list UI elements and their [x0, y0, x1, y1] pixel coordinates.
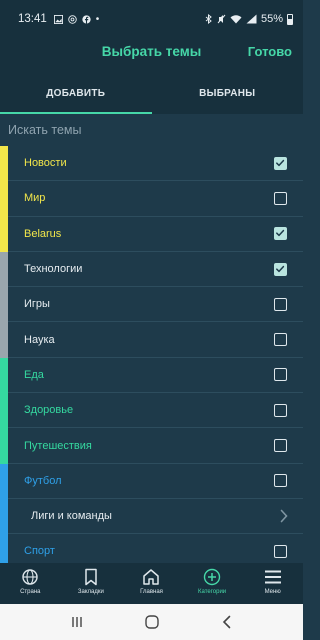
category-color-stripe: [0, 357, 8, 394]
topic-label: Лиги и команды: [31, 510, 112, 523]
category-color-stripe: [0, 322, 8, 358]
topic-label: Здоровье: [24, 404, 74, 417]
topic-row[interactable]: Путешествия: [0, 428, 303, 464]
topic-label: Мир: [24, 192, 46, 205]
status-time: 13:41: [18, 13, 47, 25]
back-icon[interactable]: [221, 615, 233, 629]
nav-label: Главная: [140, 589, 163, 595]
topic-checkbox[interactable]: [274, 403, 287, 417]
nav-label: Меню: [264, 589, 281, 595]
search-input[interactable]: [8, 123, 288, 137]
nav-country[interactable]: Страна: [0, 563, 61, 604]
topic-checkbox[interactable]: [274, 439, 287, 453]
leagues-and-teams-row[interactable]: Лиги и команды: [0, 498, 303, 535]
bluetooth-icon: [205, 14, 212, 24]
topic-row[interactable]: Технологии: [0, 251, 303, 288]
category-color-stripe: [0, 287, 8, 323]
category-color-stripe: [0, 146, 8, 182]
dot-icon: •: [95, 13, 100, 25]
signal-icon: [246, 14, 257, 24]
check-icon: [276, 265, 285, 272]
home-icon: [143, 569, 160, 585]
topic-row[interactable]: Спорт: [0, 534, 303, 563]
tab-selected[interactable]: ВЫБРАНЫ: [152, 78, 304, 114]
category-color-stripe: [0, 251, 8, 288]
topic-row[interactable]: Футбол: [0, 463, 303, 499]
topic-row[interactable]: Здоровье: [0, 393, 303, 429]
topic-checkbox[interactable]: [274, 297, 287, 311]
topic-label: Наука: [24, 333, 55, 346]
nav-label: Категории: [198, 589, 227, 595]
topic-checkbox[interactable]: [274, 191, 287, 205]
topic-row[interactable]: Belarus: [0, 216, 303, 252]
topic-label: Новости: [24, 157, 67, 170]
at-sign-icon: [68, 14, 77, 24]
topic-label: Технологии: [24, 263, 83, 276]
tab-add[interactable]: ДОБАВИТЬ: [0, 78, 152, 114]
bottom-nav: Страна Закладки Главная Категории Меню: [0, 563, 303, 604]
category-color-stripe: [0, 181, 8, 217]
topic-label: Еда: [24, 368, 44, 381]
status-bar: 13:41 • 55%: [0, 0, 303, 38]
topic-label: Belarus: [24, 227, 62, 240]
nav-menu[interactable]: Меню: [242, 563, 303, 604]
topic-checkbox[interactable]: [274, 368, 287, 382]
category-color-stripe: [0, 498, 8, 535]
topic-checkbox[interactable]: [274, 333, 287, 347]
done-button[interactable]: Готово: [248, 44, 292, 59]
topic-row[interactable]: Наука: [0, 322, 303, 358]
topic-label: Спорт: [24, 545, 55, 558]
facebook-icon: [82, 14, 91, 24]
nav-categories[interactable]: Категории: [182, 563, 243, 604]
topic-checkbox[interactable]: [274, 544, 287, 558]
topic-checkbox[interactable]: [274, 474, 287, 488]
menu-icon: [264, 570, 281, 584]
battery-percent: 55%: [260, 13, 283, 25]
recent-apps-icon[interactable]: [70, 615, 84, 629]
bookmark-icon: [85, 568, 97, 586]
topic-list: Новости Мир Belarus Технологии Игры Наук…: [0, 146, 303, 563]
topic-checkbox[interactable]: [274, 227, 287, 241]
check-icon: [276, 230, 285, 237]
topic-label: Игры: [24, 298, 50, 311]
nav-home[interactable]: Главная: [121, 563, 182, 604]
image-icon: [53, 14, 63, 24]
check-icon: [276, 159, 285, 166]
topic-row[interactable]: Игры: [0, 287, 303, 323]
mute-icon: [217, 14, 226, 24]
topic-label: Футбол: [24, 474, 62, 487]
nav-label: Страна: [20, 589, 41, 595]
category-color-stripe: [0, 216, 8, 252]
tab-bar: ДОБАВИТЬ ВЫБРАНЫ: [0, 78, 303, 114]
category-color-stripe: [0, 534, 8, 563]
topic-row[interactable]: Новости: [0, 146, 303, 182]
nav-bookmarks[interactable]: Закладки: [61, 563, 122, 604]
search-bar: [0, 114, 303, 146]
home-button-icon[interactable]: [144, 614, 160, 630]
chevron-right-icon: [280, 509, 288, 523]
category-color-stripe: [0, 463, 8, 499]
system-nav-bar: [0, 604, 303, 640]
plus-circle-icon: [203, 568, 221, 586]
battery-icon: [287, 13, 293, 25]
topic-checkbox[interactable]: [274, 262, 287, 276]
globe-icon: [22, 569, 38, 585]
topic-row[interactable]: Мир: [0, 181, 303, 217]
topic-label: Путешествия: [24, 439, 92, 452]
topic-row[interactable]: Еда: [0, 357, 303, 394]
nav-label: Закладки: [77, 589, 104, 595]
category-color-stripe: [0, 428, 8, 464]
topic-checkbox[interactable]: [274, 156, 287, 170]
wifi-icon: [230, 15, 242, 24]
category-color-stripe: [0, 393, 8, 429]
